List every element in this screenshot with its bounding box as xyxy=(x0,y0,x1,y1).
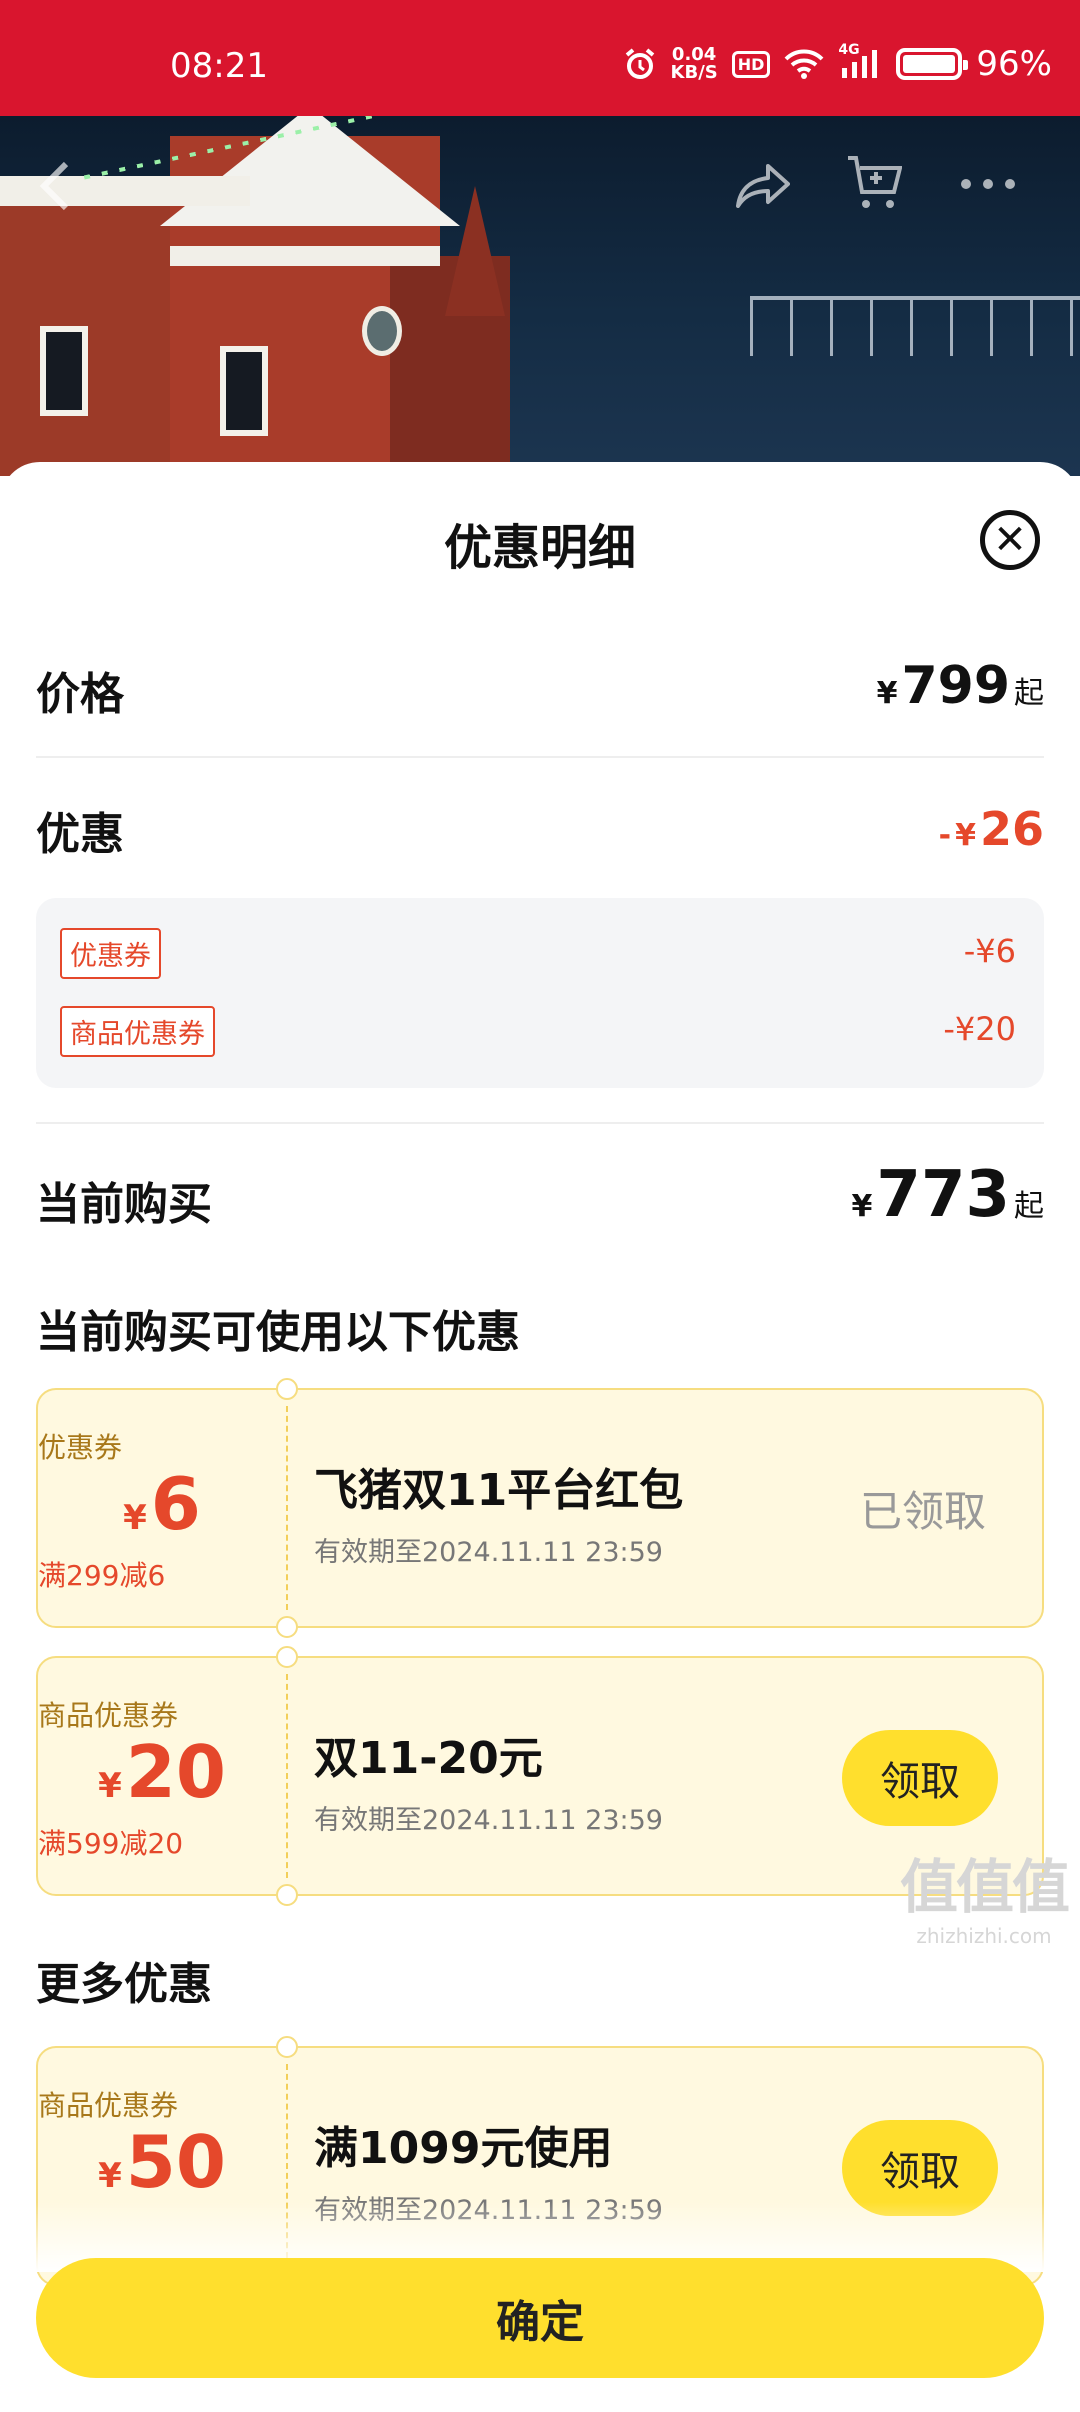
discount-breakdown: 优惠券 -¥6 商品优惠券 -¥20 xyxy=(36,898,1044,1088)
coupon-claimed-status: 已领取 xyxy=(859,1487,986,1536)
current-label: 当前购买 xyxy=(36,1179,212,1230)
sheet-title: 优惠明细 xyxy=(443,520,636,576)
price-suffix: 起 xyxy=(1014,676,1044,711)
watermark: 值值值 zhizhizhi.com xyxy=(899,1840,1070,1948)
current-amount: 773 xyxy=(876,1158,1010,1232)
discount-tag-value: -¥20 xyxy=(943,1010,1016,1048)
discount-tag-value: -¥6 xyxy=(963,932,1016,970)
current-value: ¥ 773 起 xyxy=(852,1158,1044,1232)
wifi-icon xyxy=(784,48,824,80)
status-bar: 08:21 0.04 KB/S HD 4G 96% xyxy=(0,0,1080,116)
coupon-name: 双11-20元 xyxy=(314,1733,543,1784)
more-icon[interactable] xyxy=(958,176,1018,196)
available-title: 当前购买可使用以下优惠 xyxy=(36,1307,520,1358)
battery-percent: 96% xyxy=(976,44,1052,84)
coupon-currency: ¥ xyxy=(123,1498,147,1538)
current-currency: ¥ xyxy=(851,1189,873,1224)
signal-type: 4G xyxy=(838,42,860,58)
battery-icon xyxy=(896,48,969,80)
share-icon[interactable] xyxy=(734,160,792,214)
network-speed-unit: KB/S xyxy=(670,62,718,83)
discount-detail-sheet: 优惠明细 ✕ 价格 ¥ 799 起 优惠 - ¥ 26 优惠券 -¥6 商品优惠… xyxy=(0,462,1080,2412)
discount-tag: 优惠券 xyxy=(60,928,161,979)
coupon-amount-value: 50 xyxy=(125,2120,226,2204)
coupon-amount: ¥ 50 xyxy=(38,2122,286,2202)
coupon-amount: ¥ 20 xyxy=(38,1732,286,1812)
coupon-condition: 满299减6 xyxy=(38,1559,166,1592)
status-time: 08:21 xyxy=(170,46,268,86)
coupon-card: 商品优惠券 ¥ 20 满599减20 双11-20元 有效期至2024.11.1… xyxy=(36,1646,1044,1906)
discount-prefix: - xyxy=(938,818,952,853)
coupon-card: 优惠券 ¥ 6 满299减6 飞猪双11平台红包 有效期至2024.11.11 … xyxy=(36,1378,1044,1638)
cart-icon[interactable] xyxy=(846,152,903,216)
coupon-name: 飞猪双11平台红包 xyxy=(314,1465,684,1516)
coupon-amount-value: 20 xyxy=(125,1730,226,1814)
alarm-icon xyxy=(623,47,657,81)
coupon-validity: 有效期至2024.11.11 23:59 xyxy=(314,1805,663,1836)
coupon-amount-value: 6 xyxy=(150,1462,201,1546)
coupon-amount: ¥ 6 xyxy=(38,1464,286,1544)
close-icon[interactable]: ✕ xyxy=(980,510,1040,570)
discount-currency: ¥ xyxy=(955,818,976,853)
claim-button[interactable]: 领取 xyxy=(842,1730,998,1826)
divider xyxy=(36,1122,1044,1124)
discount-amount: 26 xyxy=(979,802,1044,856)
price-value: ¥ 799 起 xyxy=(877,656,1044,716)
watermark-sub: zhizhizhi.com xyxy=(916,1924,1052,1948)
header-photo xyxy=(0,116,1080,476)
status-icons: 0.04 KB/S HD 4G 96% xyxy=(623,42,1052,84)
confirm-button[interactable]: 确定 xyxy=(36,2258,1044,2378)
discount-label: 优惠 xyxy=(36,809,124,860)
current-suffix: 起 xyxy=(1014,1189,1044,1224)
back-arrow-icon[interactable] xyxy=(36,160,76,216)
coupon-currency: ¥ xyxy=(98,1766,122,1806)
price-amount: 799 xyxy=(901,656,1010,716)
hd-badge: HD xyxy=(731,50,771,78)
coupon-type: 优惠券 xyxy=(38,1431,123,1464)
price-label: 价格 xyxy=(36,669,124,720)
discount-tag: 商品优惠券 xyxy=(60,1006,215,1057)
coupon-type: 商品优惠券 xyxy=(38,1699,179,1732)
coupon-validity: 有效期至2024.11.11 23:59 xyxy=(314,1537,663,1568)
watermark-main: 值值值 xyxy=(899,1853,1070,1921)
more-title: 更多优惠 xyxy=(36,1959,212,2010)
coupon-currency: ¥ xyxy=(98,2156,122,2196)
cellular-signal-icon: 4G xyxy=(838,42,882,80)
coupon-name: 满1099元使用 xyxy=(314,2123,613,2174)
coupon-condition: 满599减20 xyxy=(38,1827,184,1860)
divider xyxy=(36,756,1044,758)
close-symbol: ✕ xyxy=(993,517,1027,563)
coupon-type: 商品优惠券 xyxy=(38,2089,179,2122)
network-speed: 0.04 KB/S xyxy=(671,46,718,82)
discount-total: - ¥ 26 xyxy=(939,802,1044,856)
price-currency: ¥ xyxy=(876,676,898,711)
